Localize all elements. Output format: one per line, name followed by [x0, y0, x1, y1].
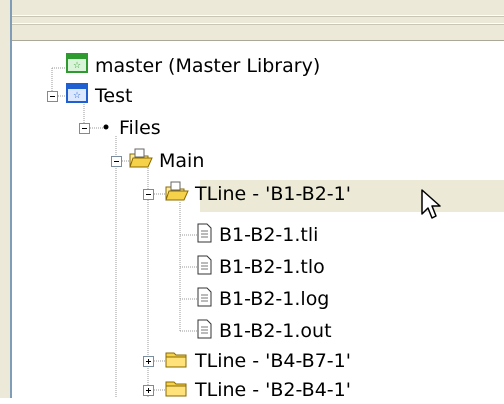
document-icon [196, 318, 214, 344]
folder-icon [164, 377, 190, 403]
tree-item-file-tli[interactable]: B1-B2-1.tli [196, 221, 321, 249]
tree-item-label: Test [95, 85, 133, 107]
folder-icon [164, 348, 190, 374]
tree-item-label: TLine - 'B4-B7-1' [195, 350, 351, 372]
tree-item-file-out[interactable]: B1-B2-1.out [196, 317, 335, 345]
collapse-toggle[interactable] [111, 156, 122, 167]
document-icon [196, 222, 214, 248]
tree-item-tline-b4-b7-1[interactable]: TLine - 'B4-B7-1' [164, 347, 354, 375]
tree-item-label: B1-B2-1.log [219, 288, 330, 310]
svg-text:☆: ☆ [73, 91, 81, 101]
tree-item-test[interactable]: ☆ Test [66, 82, 135, 110]
open-folder-icon [128, 148, 154, 174]
tree-item-file-tlo[interactable]: B1-B2-1.tlo [196, 253, 328, 281]
tree-item-main[interactable]: Main [128, 147, 207, 175]
collapse-toggle[interactable] [79, 123, 90, 134]
tree-item-label: Files [119, 117, 161, 139]
tree-item-label: B1-B2-1.tlo [219, 256, 325, 278]
document-icon [196, 254, 214, 280]
tree-item-label: Main [159, 150, 205, 172]
tree-item-files[interactable]: Files [100, 114, 164, 142]
collapse-toggle[interactable] [143, 189, 154, 200]
library-icon: ☆ [66, 53, 90, 79]
project-icon: ☆ [66, 83, 90, 109]
tree-item-label: master (Master Library) [95, 55, 321, 77]
tree-item-tline-b1-b2-1[interactable]: TLine - 'B1-B2-1' [164, 180, 354, 208]
tree-item-tline-b2-b4-1[interactable]: TLine - 'B2-B4-1' [164, 376, 354, 404]
expand-toggle[interactable] [143, 356, 154, 367]
document-icon [196, 286, 214, 312]
tree-item-label: B1-B2-1.tli [219, 224, 319, 246]
collapse-toggle[interactable] [47, 91, 58, 102]
tree-item-master[interactable]: ☆ master (Master Library) [66, 52, 323, 80]
expand-toggle[interactable] [143, 385, 154, 396]
tree-item-label: TLine - 'B2-B4-1' [195, 379, 351, 401]
tree-item-label: B1-B2-1.out [219, 320, 332, 342]
dot-icon [100, 115, 114, 141]
svg-text:☆: ☆ [73, 61, 81, 71]
open-folder-icon [164, 181, 190, 207]
tree-item-label: TLine - 'B1-B2-1' [195, 183, 351, 205]
tree-item-file-log[interactable]: B1-B2-1.log [196, 285, 332, 313]
mouse-cursor-icon [420, 188, 446, 226]
